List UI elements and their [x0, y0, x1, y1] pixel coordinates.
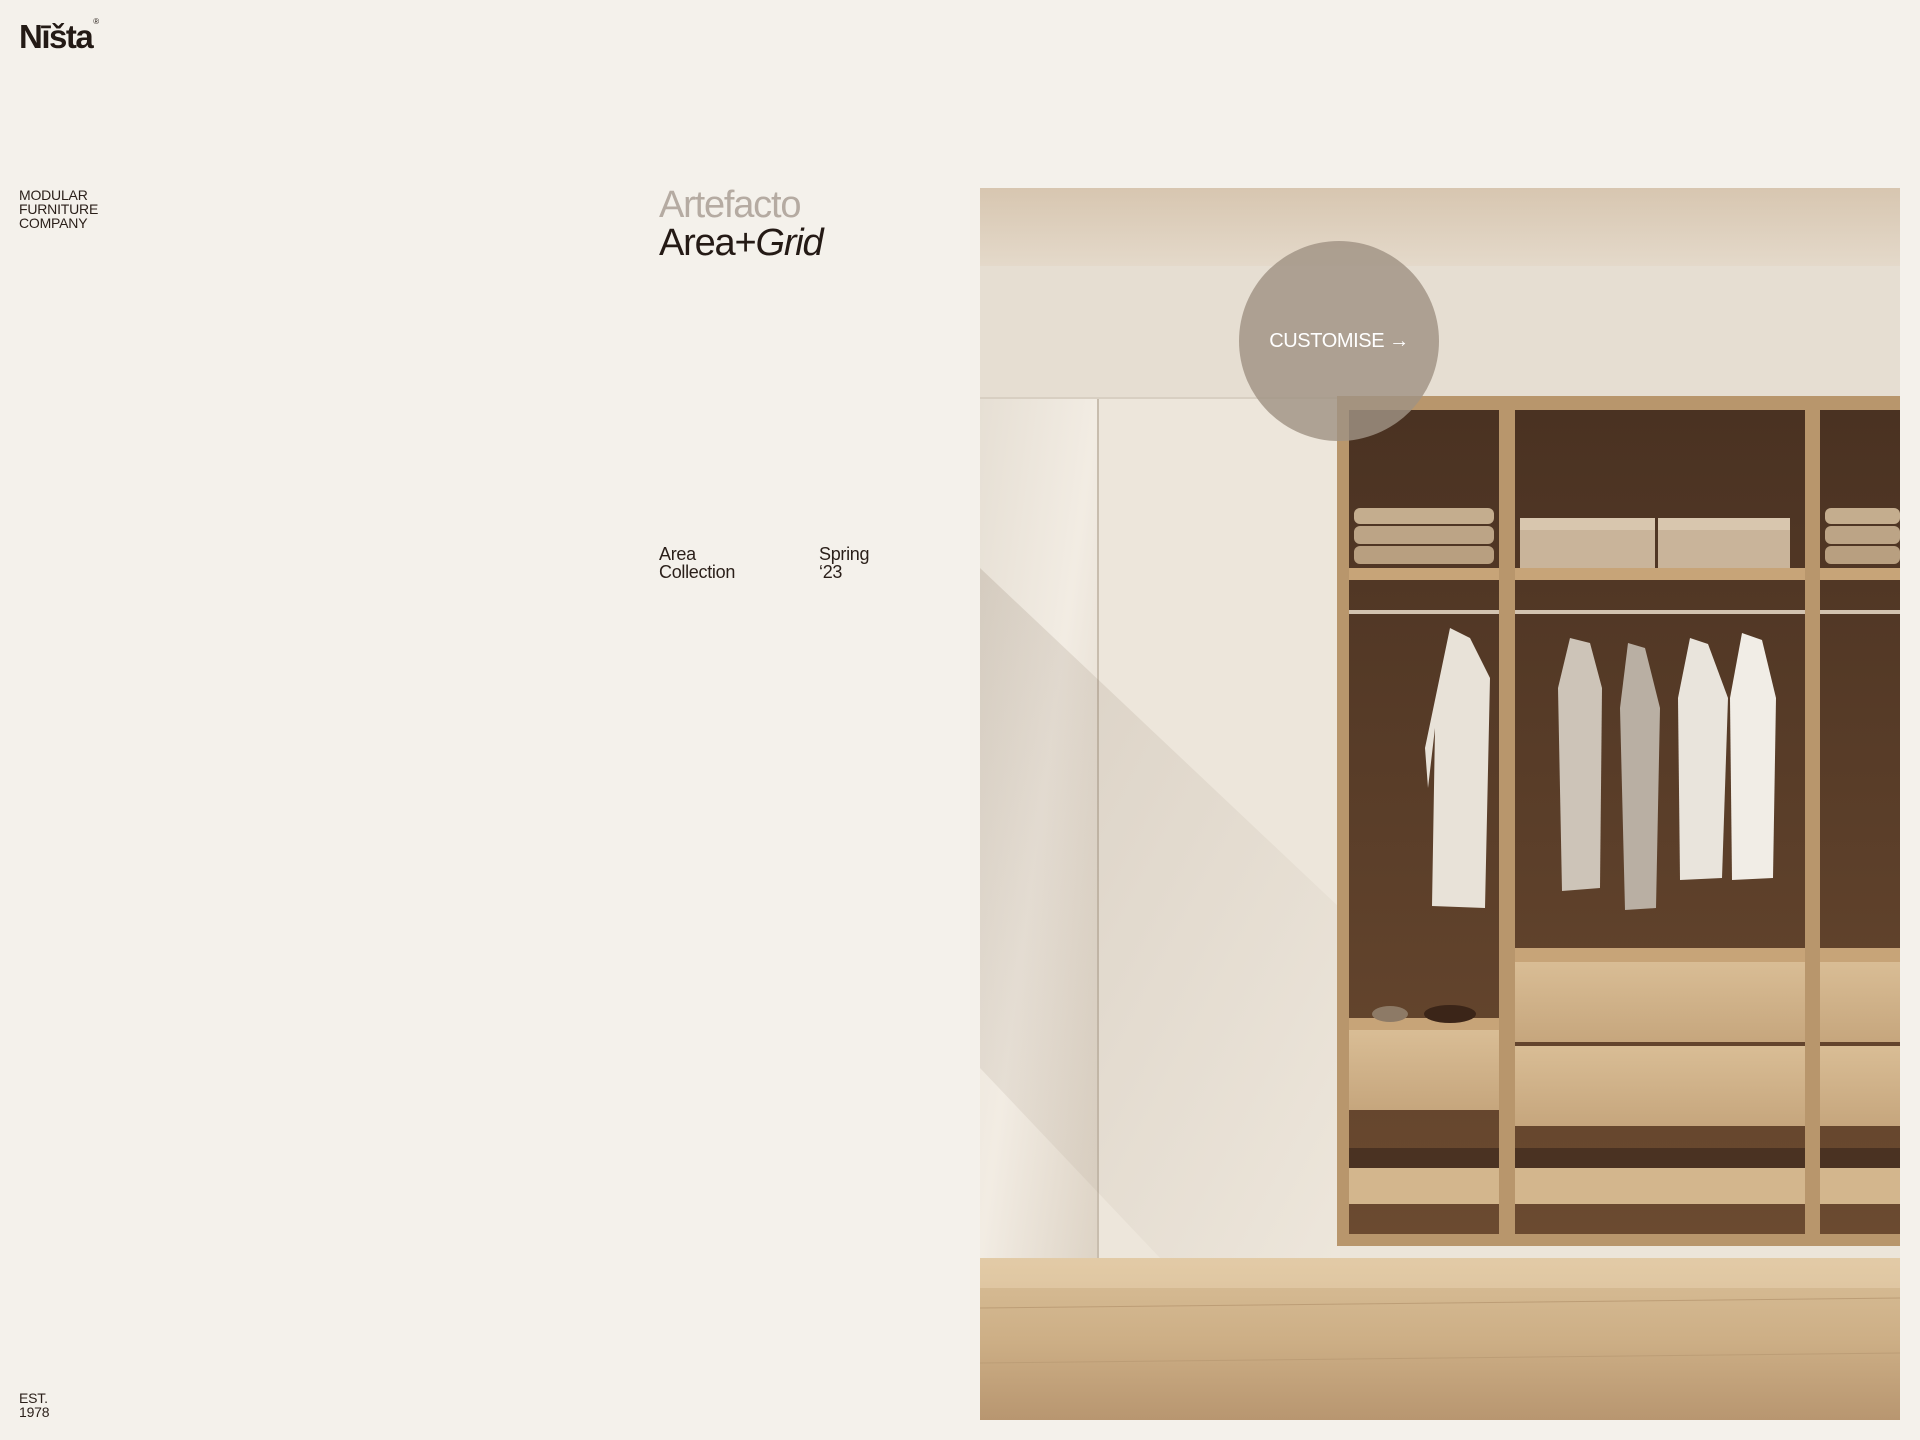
product-name-italic: Grid	[755, 222, 823, 264]
product-name: Area+Grid	[659, 222, 824, 264]
logo-text: Nīšta	[19, 18, 94, 55]
hero-image	[980, 188, 1900, 1420]
product-brand: Artefacto	[659, 184, 801, 226]
tagline-line: FURNITURE	[19, 201, 99, 217]
est-line: EST.	[19, 1390, 48, 1406]
collection-line: Collection	[659, 562, 736, 582]
product-name-regular: Area+	[659, 222, 757, 264]
registered-mark: ®	[93, 17, 100, 26]
season-line: Spring	[819, 544, 870, 564]
product-title: Artefacto Area+Grid	[659, 184, 824, 264]
customise-button[interactable]: CUSTOMISE →	[1239, 241, 1439, 441]
wardrobe-photo	[980, 188, 1900, 1420]
company-tagline: MODULAR FURNITURE COMPANY	[19, 188, 159, 230]
tagline-line: MODULAR	[19, 187, 88, 203]
established-label: EST. 1978	[19, 1390, 50, 1420]
collection-label: Area Collection	[659, 545, 735, 581]
tagline-line: COMPANY	[19, 215, 88, 231]
collection-line: Area	[659, 544, 696, 564]
customise-label: CUSTOMISE	[1269, 329, 1385, 352]
arrow-right-icon: →	[1389, 329, 1409, 352]
est-line: 1978	[19, 1404, 50, 1420]
season-label: Spring ‘23	[819, 544, 870, 582]
season-line: ‘23	[819, 562, 843, 582]
brand-logo[interactable]: Nīšta ®	[19, 18, 99, 55]
